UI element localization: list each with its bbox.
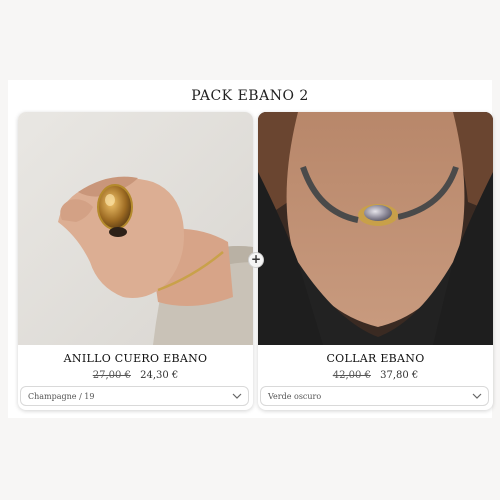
old-price: 42,00 € [332,370,371,381]
variant-select-ring[interactable]: Champagne / 19 [20,386,249,406]
sale-price: 37,80 € [380,370,419,381]
old-price: 27,00 € [92,370,131,381]
price-row-ring: 27,00 € 24,30 € [18,370,253,381]
product-name-necklace[interactable]: COLLAR EBANO [258,352,493,365]
variant-select-necklace[interactable]: Verde oscuro [260,386,489,406]
product-card-ring[interactable]: ANILLO CUERO EBANO 27,00 € 24,30 € Champ… [18,112,253,410]
chevron-down-icon [472,391,482,403]
price-row-necklace: 42,00 € 37,80 € [258,370,493,381]
chevron-down-icon [232,391,242,403]
product-name-ring[interactable]: ANILLO CUERO EBANO [18,352,253,365]
product-card-necklace[interactable]: COLLAR EBANO 42,00 € 37,80 € Verde oscur… [258,112,493,410]
plus-icon: + [248,252,264,268]
product-image-ring[interactable] [18,112,253,345]
product-image-necklace[interactable] [258,112,493,345]
pack-title: PACK EBANO 2 [191,88,309,104]
sale-price: 24,30 € [140,370,179,381]
variant-value: Champagne / 19 [28,392,95,401]
variant-value: Verde oscuro [268,392,322,401]
